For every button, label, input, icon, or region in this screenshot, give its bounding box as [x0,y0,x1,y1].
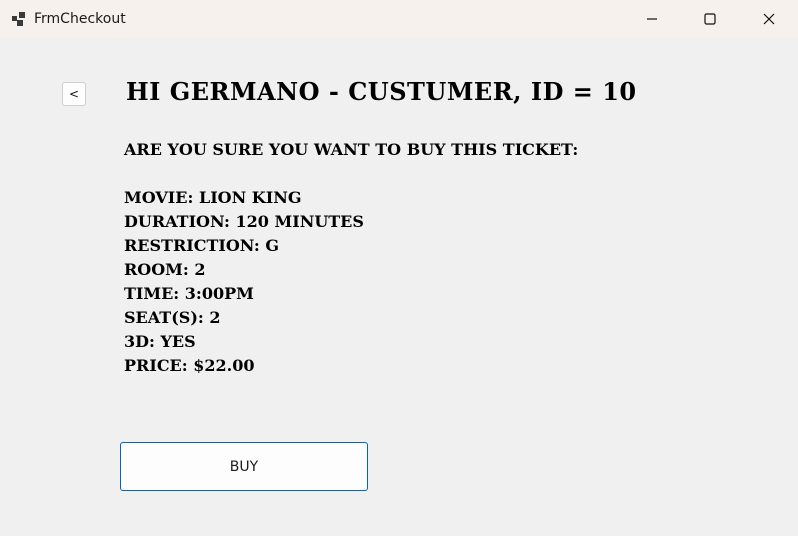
minimize-icon [646,10,658,29]
maximize-icon [704,10,716,29]
ticket-time: Time: 3:00PM [124,284,254,303]
window-title: FrmCheckout [34,11,126,27]
minimize-button[interactable] [629,0,675,38]
title-bar[interactable]: FrmCheckout [0,0,798,38]
ticket-details: Movie: Lion King Duration: 120 minutes R… [124,186,364,378]
close-icon [763,10,775,29]
ticket-price: Price: $22.00 [124,356,255,375]
ticket-restriction: Restriction: G [124,236,279,255]
checkout-window: FrmCheckout < Hi Germano - Custumer, ID … [0,0,798,536]
confirmation-question: Are you sure you want to buy this ticket… [124,140,579,159]
buy-button[interactable]: BUY [120,442,368,491]
ticket-3d: 3D: Yes [124,332,196,351]
close-button[interactable] [746,0,792,38]
greeting-heading: Hi Germano - Custumer, ID = 10 [126,77,637,106]
ticket-room: Room: 2 [124,260,206,279]
maximize-button[interactable] [687,0,733,38]
back-button[interactable]: < [62,82,86,106]
ticket-seats: Seat(s): 2 [124,308,221,327]
ticket-duration: Duration: 120 minutes [124,212,364,231]
ticket-movie: Movie: Lion King [124,188,302,207]
app-icon [11,11,27,27]
